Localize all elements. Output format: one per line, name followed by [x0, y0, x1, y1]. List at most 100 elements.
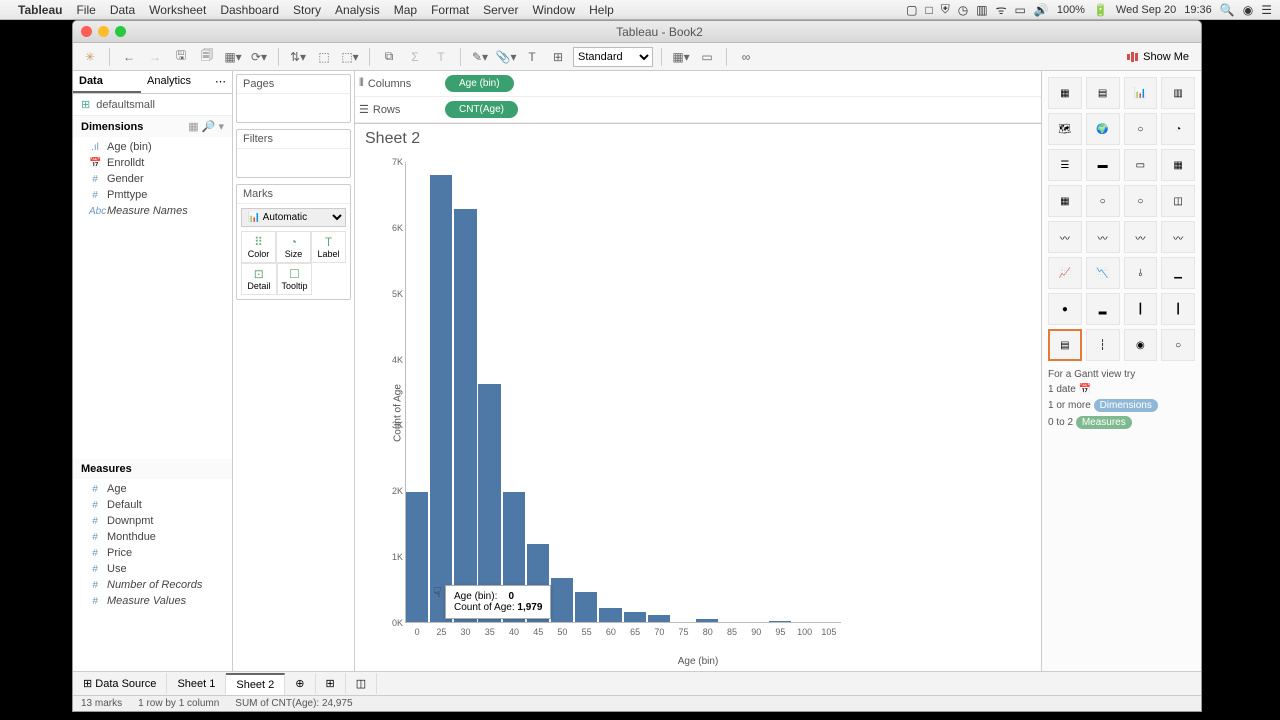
totals-button[interactable]: Σ — [404, 47, 426, 67]
save-button[interactable]: 🖫 — [170, 47, 192, 67]
menu-file[interactable]: File — [76, 3, 95, 17]
showme-chart-type[interactable]: ▤ — [1048, 329, 1082, 361]
tab-analytics[interactable]: Analytics — [141, 71, 209, 93]
menu-format[interactable]: Format — [431, 3, 469, 17]
new-data-button[interactable]: 🗐 — [196, 47, 218, 67]
showme-chart-type[interactable]: ☰ — [1048, 149, 1082, 181]
presentation-button[interactable]: ▭ — [696, 47, 718, 67]
showme-chart-type[interactable]: ○ — [1161, 329, 1195, 361]
new-dashboard-button[interactable]: ⊞ — [316, 673, 346, 694]
group-button[interactable]: ⧉ — [378, 47, 400, 67]
showme-chart-type[interactable]: ▦ — [1048, 77, 1082, 109]
minimize-button[interactable] — [98, 26, 109, 37]
columns-shelf[interactable]: ⦀Columns Age (bin) — [355, 71, 1041, 97]
highlight-button[interactable]: ✎▾ — [469, 47, 491, 67]
measure-item[interactable]: #Use — [73, 561, 232, 577]
marks-card[interactable]: Marks 📊 Automatic ⠿Color ◔Size TLabel ⊡D… — [236, 184, 351, 300]
showme-chart-type[interactable]: ⫰ — [1124, 257, 1158, 289]
menu-map[interactable]: Map — [394, 3, 417, 17]
tab-menu-icon[interactable]: ⋯ — [209, 71, 232, 93]
bar[interactable] — [430, 175, 453, 622]
tab-sheet-2[interactable]: Sheet 2 — [226, 673, 285, 695]
columns-pill[interactable]: Age (bin) — [445, 75, 514, 92]
showme-chart-type[interactable]: ┆ — [1086, 329, 1120, 361]
sort-asc-button[interactable]: ⬚ — [313, 47, 335, 67]
wifi-icon[interactable]: ᯤ — [996, 1, 1007, 18]
showme-chart-type[interactable]: ▭ — [1124, 149, 1158, 181]
showme-chart-type[interactable]: 〰 — [1161, 221, 1195, 253]
measure-item[interactable]: #Age — [73, 481, 232, 497]
menu-data[interactable]: Data — [110, 3, 135, 17]
siri-icon[interactable]: ◉ — [1243, 3, 1253, 17]
bar[interactable] — [769, 621, 792, 622]
dimension-item[interactable]: .ılAge (bin) — [73, 139, 232, 155]
showme-chart-type[interactable]: ▬ — [1086, 149, 1120, 181]
showme-chart-type[interactable]: 〰 — [1124, 221, 1158, 253]
measure-item[interactable]: #Price — [73, 545, 232, 561]
search-icon[interactable]: 🔍 — [1220, 3, 1235, 17]
sheet-title[interactable]: Sheet 2 — [355, 124, 1041, 154]
menu-help[interactable]: Help — [589, 3, 614, 17]
fix-axis-button[interactable]: ⊞ — [547, 47, 569, 67]
marks-tooltip[interactable]: ☐Tooltip — [277, 263, 313, 295]
new-sheet-button[interactable]: ⊕ — [285, 673, 315, 694]
forward-button[interactable]: → — [144, 47, 166, 67]
dimension-item[interactable]: #Pmttype — [73, 187, 232, 203]
menu-analysis[interactable]: Analysis — [335, 3, 380, 17]
bar[interactable] — [624, 612, 647, 623]
swap-button[interactable]: ⇅▾ — [287, 47, 309, 67]
pin-button[interactable]: 📎▾ — [495, 47, 517, 67]
showme-chart-type[interactable]: ┃ — [1124, 293, 1158, 325]
showme-chart-type[interactable]: ◫ — [1161, 185, 1195, 217]
menu-story[interactable]: Story — [293, 3, 321, 17]
measure-item[interactable]: #Measure Values — [73, 593, 232, 609]
showme-chart-type[interactable]: ▁ — [1161, 257, 1195, 289]
measure-item[interactable]: #Monthdue — [73, 529, 232, 545]
showme-chart-type[interactable]: ▤ — [1086, 77, 1120, 109]
zoom-button[interactable] — [115, 26, 126, 37]
airplay-icon[interactable]: ▭ — [1015, 3, 1026, 17]
tab-sheet-1[interactable]: Sheet 1 — [167, 674, 226, 694]
app-name[interactable]: Tableau — [18, 3, 62, 17]
close-button[interactable] — [81, 26, 92, 37]
clock-icon[interactable]: ◷ — [958, 3, 968, 17]
bar[interactable] — [648, 615, 671, 622]
showme-chart-type[interactable]: ▂ — [1086, 293, 1120, 325]
measure-item[interactable]: #Downpmt — [73, 513, 232, 529]
mark-type-select[interactable]: 📊 Automatic — [241, 208, 346, 227]
show-me-button[interactable]: Show Me — [1121, 49, 1195, 65]
showme-chart-type[interactable]: 📉 — [1086, 257, 1120, 289]
bar[interactable] — [696, 619, 719, 622]
new-story-button[interactable]: ◫ — [346, 673, 377, 694]
bar[interactable] — [599, 608, 622, 622]
menu-window[interactable]: Window — [532, 3, 575, 17]
measure-item[interactable]: #Number of Records — [73, 577, 232, 593]
tab-data-source[interactable]: ⊞ Data Source — [73, 673, 167, 694]
showme-chart-type[interactable]: ▦ — [1048, 185, 1082, 217]
volume-icon[interactable]: 🔊 — [1034, 3, 1049, 17]
battery-icon[interactable]: 🔋 — [1093, 3, 1108, 17]
showme-chart-type[interactable]: 🗺 — [1048, 113, 1082, 145]
back-button[interactable]: ← — [118, 47, 140, 67]
dimension-item[interactable]: #Gender — [73, 171, 232, 187]
measure-item[interactable]: #Default — [73, 497, 232, 513]
screencast-icon[interactable]: ▢ — [906, 3, 917, 17]
showme-chart-type[interactable]: ◔ — [1161, 113, 1195, 145]
stats-icon[interactable]: ▥ — [976, 3, 987, 17]
tab-data[interactable]: Data — [73, 71, 141, 93]
marks-label[interactable]: TLabel — [311, 231, 346, 263]
shield-icon[interactable]: ⛨ — [941, 2, 950, 17]
showme-chart-type[interactable]: ● — [1048, 293, 1082, 325]
showme-chart-type[interactable]: 〰 — [1086, 221, 1120, 253]
display-icon[interactable]: □ — [925, 3, 932, 17]
duplicate-button[interactable]: ⟳▾ — [248, 47, 270, 67]
showme-chart-type[interactable]: 🌍 — [1086, 113, 1120, 145]
tableau-logo-icon[interactable]: ✳ — [79, 47, 101, 67]
view-cards-button[interactable]: ▦▾ — [670, 47, 692, 67]
datasource-item[interactable]: ⊞ defaultsmall — [73, 94, 232, 116]
share-button[interactable]: ∞ — [735, 47, 757, 67]
bar[interactable] — [454, 209, 477, 622]
showme-chart-type[interactable]: ○ — [1086, 185, 1120, 217]
showme-chart-type[interactable]: 〰 — [1048, 221, 1082, 253]
titlebar[interactable]: Tableau - Book2 — [73, 21, 1201, 43]
